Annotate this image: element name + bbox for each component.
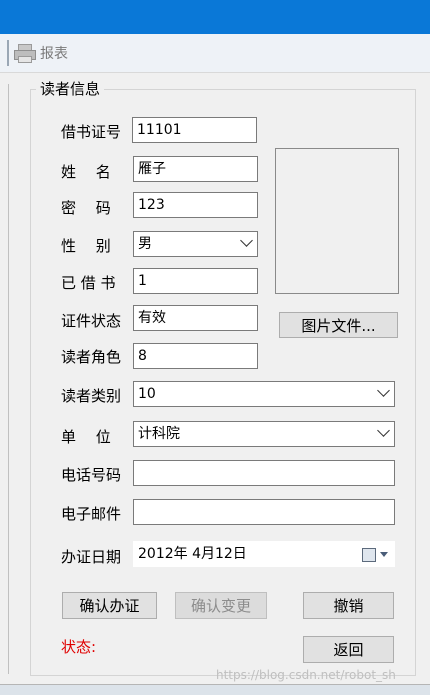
card-no-label: 借书证号 — [61, 123, 122, 141]
reader-type-label: 读者类别 — [61, 387, 122, 405]
password-field[interactable]: 123 — [133, 192, 258, 218]
title-bar — [0, 0, 430, 34]
reader-role-field[interactable]: 8 — [133, 343, 258, 369]
gender-label: 性 别 — [61, 237, 111, 255]
confirm-issue-button[interactable]: 确认办证 — [62, 592, 157, 619]
back-button[interactable]: 返回 — [303, 636, 394, 663]
phone-field[interactable] — [133, 460, 395, 486]
printer-icon — [14, 44, 36, 63]
password-label: 密 码 — [61, 199, 111, 217]
gender-select-value: 男 — [138, 236, 152, 252]
calendar-icon — [362, 548, 376, 562]
reader-info-title: 读者信息 — [36, 78, 105, 99]
issue-date-picker[interactable]: 2012年 4月12日 — [133, 541, 395, 567]
chevron-down-icon — [240, 234, 253, 247]
chevron-down-icon — [377, 384, 390, 397]
watermark: https://blog.csdn.net/robot_sh — [216, 668, 396, 682]
left-panel-edge — [0, 84, 9, 674]
reader-type-select[interactable]: 10 — [133, 381, 395, 407]
unit-select-value: 计科院 — [138, 426, 180, 442]
unit-select[interactable]: 计科院 — [133, 421, 395, 447]
borrowed-field[interactable]: 1 — [133, 268, 258, 294]
taskbar-strip — [0, 684, 430, 695]
unit-label: 单 位 — [61, 428, 111, 446]
issue-date-label: 办证日期 — [61, 548, 122, 566]
status-label: 状态: — [61, 638, 97, 656]
chevron-down-icon — [377, 424, 390, 437]
report-button-label: 报表 — [40, 46, 68, 62]
borrowed-label: 已 借 书 — [61, 274, 116, 292]
email-field[interactable] — [133, 499, 395, 525]
card-no-field[interactable]: 11101 — [132, 117, 257, 143]
card-status-field[interactable]: 有效 — [133, 305, 258, 331]
name-label: 姓 名 — [61, 163, 111, 181]
report-button[interactable]: 报表 — [14, 41, 68, 65]
cancel-button[interactable]: 撤销 — [303, 592, 394, 619]
confirm-change-button[interactable]: 确认变更 — [175, 592, 267, 619]
image-file-button[interactable]: 图片文件... — [279, 312, 398, 338]
card-status-label: 证件状态 — [61, 312, 122, 330]
email-label: 电子邮件 — [61, 505, 122, 523]
dropdown-arrow-icon — [380, 552, 388, 557]
name-field[interactable]: 雁子 — [133, 156, 258, 182]
reader-type-select-value: 10 — [138, 386, 156, 402]
phone-label: 电话号码 — [61, 466, 122, 484]
issue-date-value: 2012年 4月12日 — [138, 546, 247, 562]
gender-select[interactable]: 男 — [133, 231, 258, 257]
reader-role-label: 读者角色 — [61, 348, 122, 366]
photo-box — [275, 148, 399, 294]
toolbar-separator — [7, 40, 9, 66]
